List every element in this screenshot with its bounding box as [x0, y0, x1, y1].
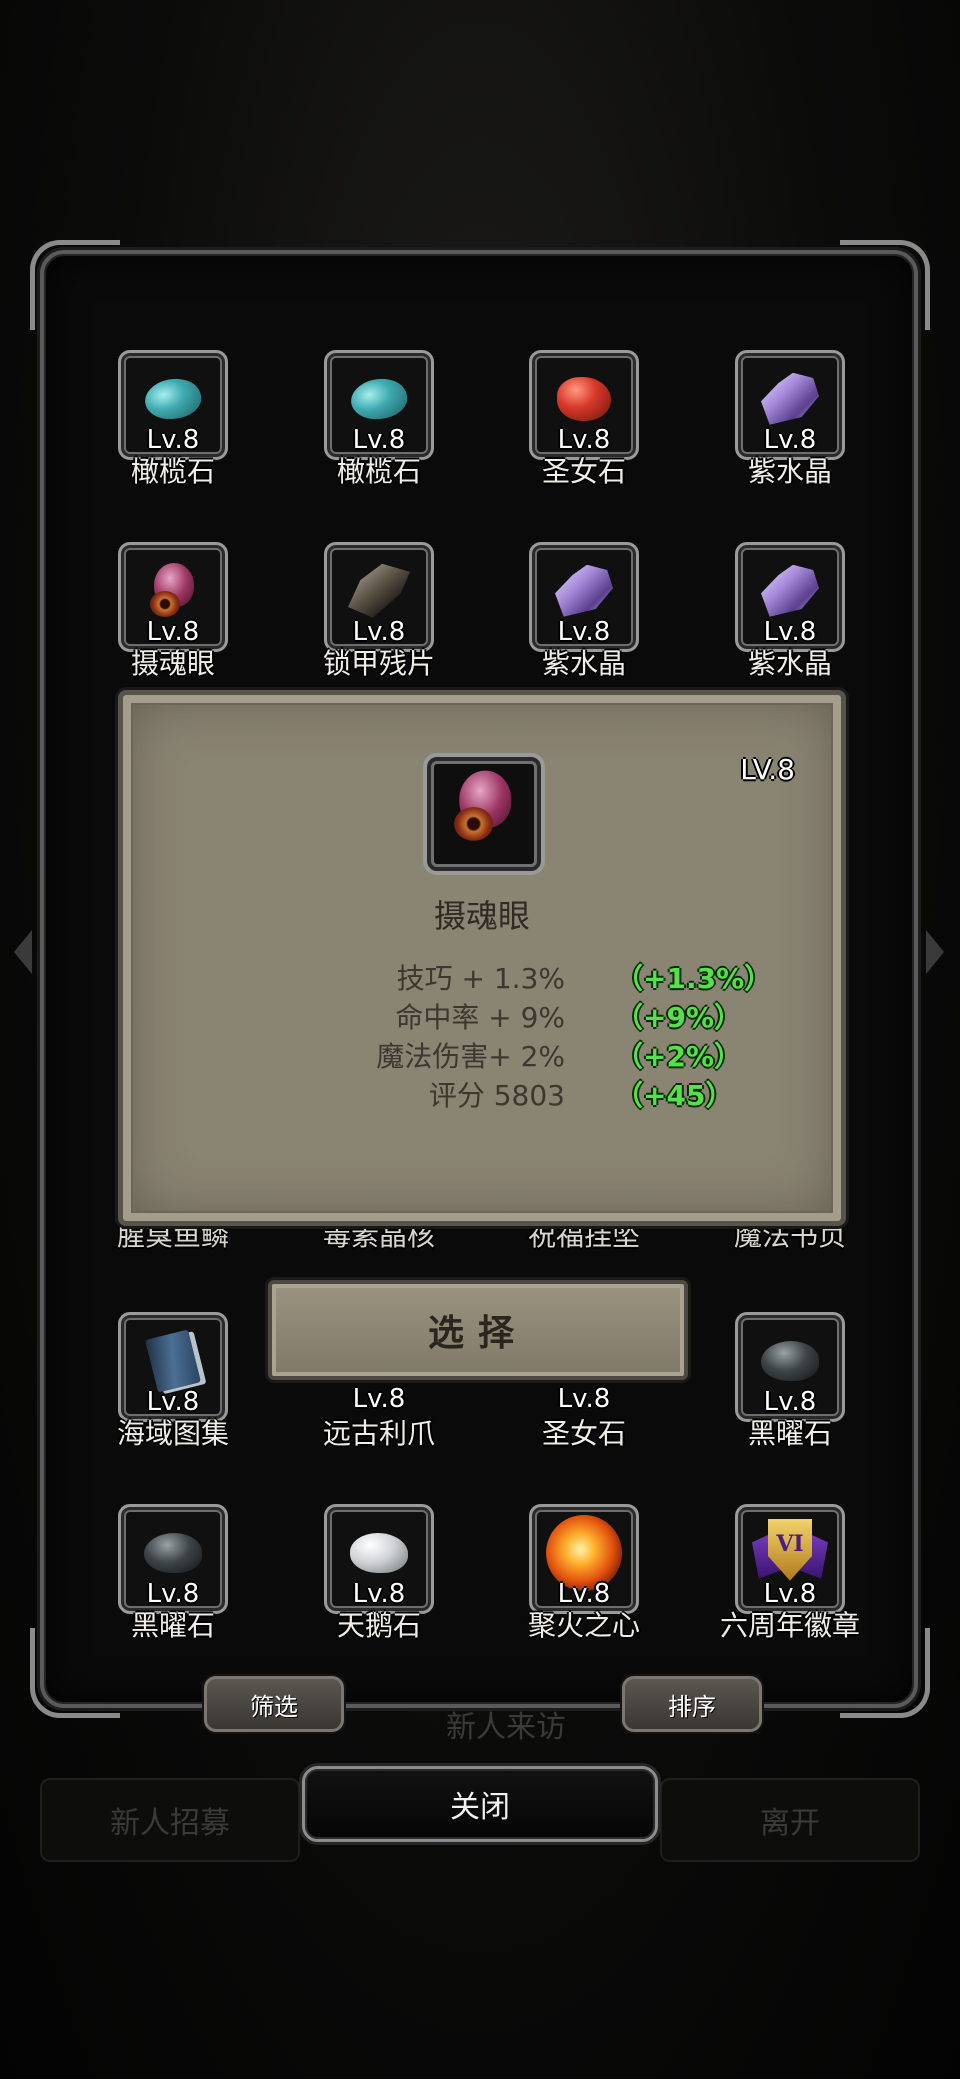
- amethyst-icon: [761, 564, 819, 617]
- item-name: 锁甲残片: [322, 647, 435, 680]
- saint-stone-icon: [557, 376, 611, 421]
- item-name: 黑曜石: [130, 1609, 215, 1642]
- stat-row: 命中率 + 9% （+9%）: [123, 996, 841, 1034]
- item-name: 紫水晶: [541, 647, 626, 680]
- item-name: 天鹅石: [336, 1609, 421, 1642]
- item-frame: Lv.8: [735, 1312, 845, 1422]
- filter-button[interactable]: 筛选: [204, 1676, 344, 1732]
- item-level: Lv.8: [352, 1384, 406, 1414]
- sort-button-label: 排序: [668, 1692, 716, 1721]
- item-slot[interactable]: Lv.8 橄榄石: [80, 350, 250, 490]
- stat-row: 技巧 + 1.3% （+1.3%）: [123, 957, 841, 995]
- item-frame: Lv.8: [118, 1504, 228, 1614]
- item-frame: Lv.8: [118, 350, 228, 460]
- item-detail-popup: LV.8 摄魂眼 技巧 + 1.3% （+1.3%） 命中率 + 9% （+9%…: [118, 690, 846, 1226]
- item-frame: Lv.8: [735, 350, 845, 460]
- armor-shard-icon: [348, 563, 410, 618]
- stat-label: 魔法伤害+ 2%: [376, 1040, 565, 1073]
- item-slot[interactable]: VI Lv.8 六周年徽章: [697, 1504, 867, 1644]
- obsidian-icon: [144, 1532, 202, 1573]
- item-slot[interactable]: Lv.8 圣女石: [491, 350, 661, 490]
- item-frame: Lv.8: [118, 1312, 228, 1422]
- stat-label: 命中率 + 9%: [395, 1001, 565, 1034]
- item-frame: Lv.8: [529, 1504, 639, 1614]
- item-frame: Lv.8: [118, 542, 228, 652]
- item-name: 远古利爪: [322, 1417, 435, 1450]
- item-name: 紫水晶: [747, 455, 832, 488]
- item-name: 黑曜石: [747, 1417, 832, 1450]
- stat-label: 技巧 + 1.3%: [396, 962, 565, 995]
- soul-eye-icon: [423, 753, 545, 875]
- item-name: 六周年徽章: [719, 1609, 860, 1642]
- obsidian-icon: [761, 1340, 819, 1381]
- soul-eye-icon: [148, 562, 198, 619]
- stat-delta: （+45）: [615, 1079, 734, 1112]
- filter-button-label: 筛选: [250, 1692, 298, 1721]
- stat-label: 评分 5803: [428, 1079, 565, 1112]
- item-name: 海域图集: [116, 1417, 229, 1450]
- olivine-icon: [347, 373, 411, 425]
- item-frame: Lv.8: [735, 542, 845, 652]
- item-slot[interactable]: Lv.8 天鹅石: [286, 1504, 456, 1644]
- item-slot[interactable]: Lv.8 紫水晶: [697, 542, 867, 682]
- item-slot[interactable]: Lv.8 黑曜石: [80, 1504, 250, 1644]
- atlas-book-icon: [145, 1329, 201, 1393]
- item-frame: VI Lv.8: [735, 1504, 845, 1614]
- item-slot[interactable]: Lv.8 黑曜石: [697, 1312, 867, 1452]
- item-name: 紫水晶: [747, 647, 832, 680]
- close-button[interactable]: 关闭: [302, 1766, 658, 1842]
- item-frame: Lv.8: [324, 542, 434, 652]
- item-level: Lv.8: [557, 1384, 611, 1414]
- item-slot[interactable]: Lv.8 紫水晶: [491, 542, 661, 682]
- swan-stone-icon: [350, 1532, 408, 1573]
- sort-button[interactable]: 排序: [622, 1676, 762, 1732]
- stat-delta: （+1.3%）: [615, 962, 773, 995]
- badge-numeral: VI: [776, 1530, 804, 1557]
- item-name: 摄魂眼: [130, 647, 215, 680]
- item-frame: Lv.8: [529, 542, 639, 652]
- stat-row: 评分 5803 （+45）: [123, 1074, 841, 1112]
- item-slot[interactable]: Lv.8 紫水晶: [697, 350, 867, 490]
- stat-delta: （+9%）: [615, 1001, 742, 1034]
- select-button[interactable]: 选择: [268, 1280, 688, 1380]
- item-frame: Lv.8: [324, 1504, 434, 1614]
- item-slot[interactable]: Lv.8 橄榄石: [286, 350, 456, 490]
- olivine-icon: [141, 373, 205, 425]
- item-frame: Lv.8: [324, 350, 434, 460]
- item-slot[interactable]: Lv.8 海域图集: [80, 1312, 250, 1452]
- item-slot[interactable]: Lv.8 摄魂眼: [80, 542, 250, 682]
- item-name: 橄榄石: [336, 455, 421, 488]
- item-name: 聚火之心: [527, 1609, 640, 1642]
- close-button-label: 关闭: [450, 1790, 510, 1825]
- item-name: 橄榄石: [130, 455, 215, 488]
- stat-row: 魔法伤害+ 2% （+2%）: [123, 1035, 841, 1073]
- amethyst-icon: [761, 372, 819, 425]
- detail-item-name: 摄魂眼: [433, 897, 530, 935]
- select-button-label: 选择: [427, 1313, 528, 1354]
- item-frame: Lv.8: [529, 350, 639, 460]
- stat-delta: （+2%）: [615, 1040, 742, 1073]
- item-slot[interactable]: Lv.8 锁甲残片: [286, 542, 456, 682]
- item-slot[interactable]: Lv.8 聚火之心: [491, 1504, 661, 1644]
- amethyst-icon: [555, 564, 613, 617]
- item-name: 圣女石: [541, 455, 626, 488]
- item-name: 圣女石: [541, 1417, 626, 1450]
- detail-level: LV.8: [740, 753, 795, 786]
